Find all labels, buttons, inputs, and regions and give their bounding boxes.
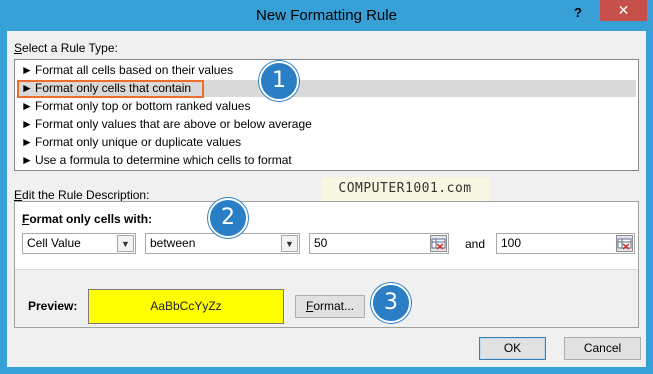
preview-label: Preview: xyxy=(28,299,78,313)
arrow-icon: ► xyxy=(21,117,33,131)
rule-description-label: Edit the Rule Description: xyxy=(14,188,150,202)
callout-badge-3: 3 xyxy=(371,283,411,323)
chevron-down-icon[interactable]: ▼ xyxy=(117,235,134,252)
selection-highlight xyxy=(17,80,204,98)
condition-panel: Format only cells with: Cell Value ▼ bet… xyxy=(15,202,638,270)
range-picker-icon[interactable] xyxy=(616,235,633,252)
rule-description-panel: Format only cells with: Cell Value ▼ bet… xyxy=(14,201,639,328)
callout-badge-2: 2 xyxy=(208,198,248,238)
format-only-cells-with-label: Format only cells with: xyxy=(22,212,153,226)
arrow-icon: ► xyxy=(21,99,33,113)
dialog-window: New Formatting Rule ? ✕ Select a Rule Ty… xyxy=(0,0,653,374)
dialog-title: New Formatting Rule xyxy=(256,7,397,24)
rule-item-above-below-average[interactable]: ► Format only values that are above or be… xyxy=(17,116,636,133)
rule-item-all-cells[interactable]: ► Format all cells based on their values xyxy=(17,62,636,79)
arrow-icon: ► xyxy=(21,135,33,149)
range-picker-icon[interactable] xyxy=(430,235,447,252)
title-bar[interactable]: New Formatting Rule ? ✕ xyxy=(0,0,653,32)
value2-input[interactable]: 100 xyxy=(496,233,635,254)
arrow-icon: ► xyxy=(21,63,33,77)
chevron-down-icon[interactable]: ▼ xyxy=(281,235,298,252)
preview-sample: AaBbCcYyZz xyxy=(88,289,284,324)
help-button[interactable]: ? xyxy=(565,3,591,23)
format-button[interactable]: Format... xyxy=(295,295,365,318)
ok-button[interactable]: OK xyxy=(479,337,546,360)
watermark: COMPUTER1001.com xyxy=(321,177,489,201)
arrow-icon: ► xyxy=(21,153,33,167)
rule-type-list[interactable]: ► Format all cells based on their values … xyxy=(14,59,639,171)
and-label: and xyxy=(465,237,486,251)
rule-item-formula[interactable]: ► Use a formula to determine which cells … xyxy=(17,152,636,169)
rule-item-top-bottom[interactable]: ► Format only top or bottom ranked values xyxy=(17,98,636,115)
close-button[interactable]: ✕ xyxy=(600,0,647,21)
callout-badge-1: 1 xyxy=(259,61,299,101)
cancel-button[interactable]: Cancel xyxy=(564,337,641,360)
dialog-body: Select a Rule Type: ► Format all cells ba… xyxy=(7,31,646,367)
rule-type-label: Select a Rule Type: xyxy=(14,41,118,55)
rule-item-unique-duplicate[interactable]: ► Format only unique or duplicate values xyxy=(17,134,636,151)
condition-type-select[interactable]: Cell Value ▼ xyxy=(22,233,136,254)
value1-input[interactable]: 50 xyxy=(309,233,449,254)
